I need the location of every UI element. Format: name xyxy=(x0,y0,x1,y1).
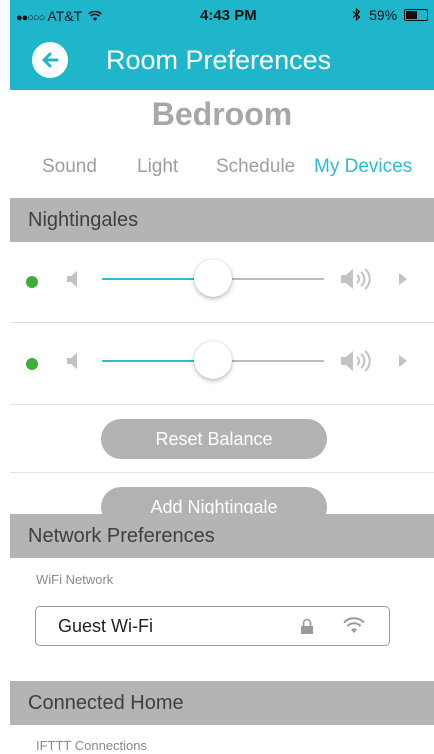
volume-slider-thumb[interactable] xyxy=(194,341,232,379)
wifi-network-value: Guest Wi-Fi xyxy=(58,616,154,636)
page-title: Room Preferences xyxy=(106,45,332,75)
wifi-network-field[interactable]: Guest Wi-Fi xyxy=(35,606,390,646)
screen: ●●○○○ AT&T 4:43 PM 59% Room Preferences … xyxy=(0,0,434,754)
device-status-dot xyxy=(26,276,38,288)
volume-high-icon[interactable] xyxy=(340,350,374,372)
network-preferences-header: Network Preferences xyxy=(10,514,434,558)
volume-slider[interactable] xyxy=(102,341,324,379)
nightingale-row-2 xyxy=(10,322,434,404)
wifi-network-label: WiFi Network xyxy=(36,572,114,587)
app-header: ●●○○○ AT&T 4:43 PM 59% Room Preferences xyxy=(10,0,434,90)
volume-low-icon[interactable] xyxy=(66,270,80,288)
volume-low-icon[interactable] xyxy=(66,352,80,370)
connected-home-header: Connected Home xyxy=(10,681,434,725)
volume-slider[interactable] xyxy=(102,259,324,297)
wifi-signal-icon xyxy=(343,617,365,633)
tab-light[interactable]: Light xyxy=(137,156,178,178)
device-status-dot xyxy=(26,358,38,370)
arrow-left-icon xyxy=(42,52,59,68)
tab-my-devices[interactable]: My Devices xyxy=(314,156,412,178)
battery-icon xyxy=(404,9,428,21)
bluetooth-icon xyxy=(352,7,361,22)
carrier-indicator: ●●○○○ AT&T xyxy=(16,8,102,24)
volume-high-icon[interactable] xyxy=(340,268,374,290)
lock-icon xyxy=(301,618,313,634)
signal-strength: ●●○○○ xyxy=(16,12,45,24)
tab-bar: Sound Light Schedule My Devices xyxy=(10,156,434,182)
chevron-right-icon[interactable] xyxy=(398,354,408,368)
volume-slider-thumb[interactable] xyxy=(194,259,232,297)
chevron-right-icon[interactable] xyxy=(398,272,408,286)
battery-indicator: 59% xyxy=(352,7,428,23)
room-title: Bedroom xyxy=(151,96,293,132)
tab-sound[interactable]: Sound xyxy=(42,156,97,178)
status-bar: ●●○○○ AT&T 4:43 PM 59% xyxy=(10,0,434,30)
battery-percent: 59% xyxy=(369,7,398,23)
carrier-name: AT&T xyxy=(47,8,82,24)
tab-schedule[interactable]: Schedule xyxy=(216,156,295,178)
clock: 4:43 PM xyxy=(200,7,257,24)
nightingales-header: Nightingales xyxy=(10,198,434,242)
reset-balance-button[interactable]: Reset Balance xyxy=(101,419,327,459)
nightingale-row-1 xyxy=(10,240,434,322)
ifttt-connections-label: IFTTT Connections xyxy=(36,738,148,753)
row-divider xyxy=(10,404,434,405)
wifi-status-icon xyxy=(87,10,102,21)
row-divider xyxy=(10,472,434,473)
back-button[interactable] xyxy=(32,42,68,78)
battery-level-fill xyxy=(406,11,417,19)
